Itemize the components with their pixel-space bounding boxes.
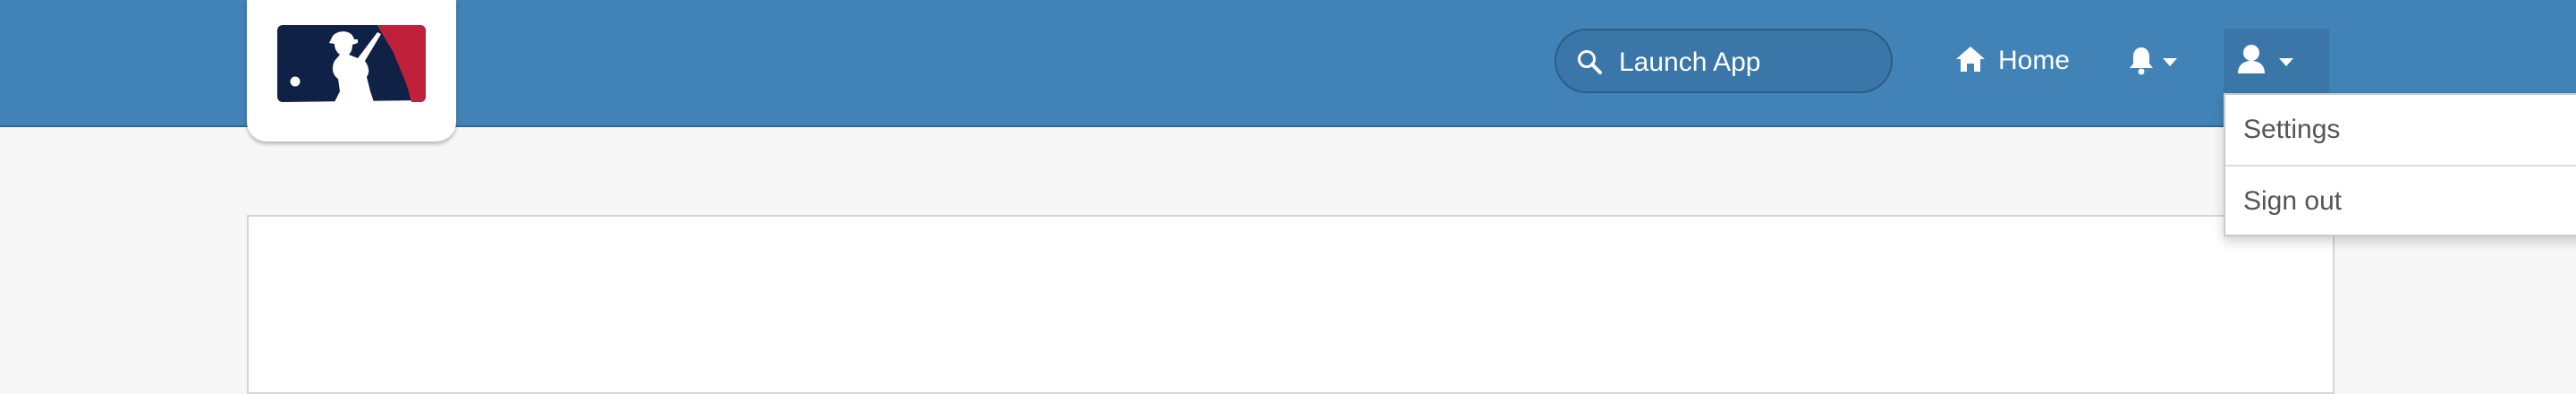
menu-item-settings[interactable]: Settings bbox=[2225, 95, 2576, 165]
user-dropdown-menu: Settings Sign out bbox=[2224, 93, 2576, 236]
search-icon bbox=[1576, 48, 1603, 80]
chevron-down-icon bbox=[2163, 58, 2177, 66]
home-icon bbox=[1955, 45, 1986, 78]
mlb-logo bbox=[277, 25, 426, 102]
launch-app-search[interactable]: Launch App bbox=[1555, 29, 1893, 93]
notifications-dropdown-toggle[interactable] bbox=[2123, 29, 2188, 93]
menu-item-sign-out[interactable]: Sign out bbox=[2225, 167, 2576, 236]
home-label: Home bbox=[1998, 46, 2071, 75]
chevron-down-icon bbox=[2279, 58, 2293, 66]
user-menu-toggle[interactable] bbox=[2224, 29, 2329, 95]
bell-icon bbox=[2127, 45, 2156, 80]
logo-tab[interactable] bbox=[247, 0, 456, 141]
search-label: Launch App bbox=[1619, 47, 1761, 77]
user-icon bbox=[2236, 43, 2267, 80]
main-content-panel bbox=[247, 215, 2334, 394]
